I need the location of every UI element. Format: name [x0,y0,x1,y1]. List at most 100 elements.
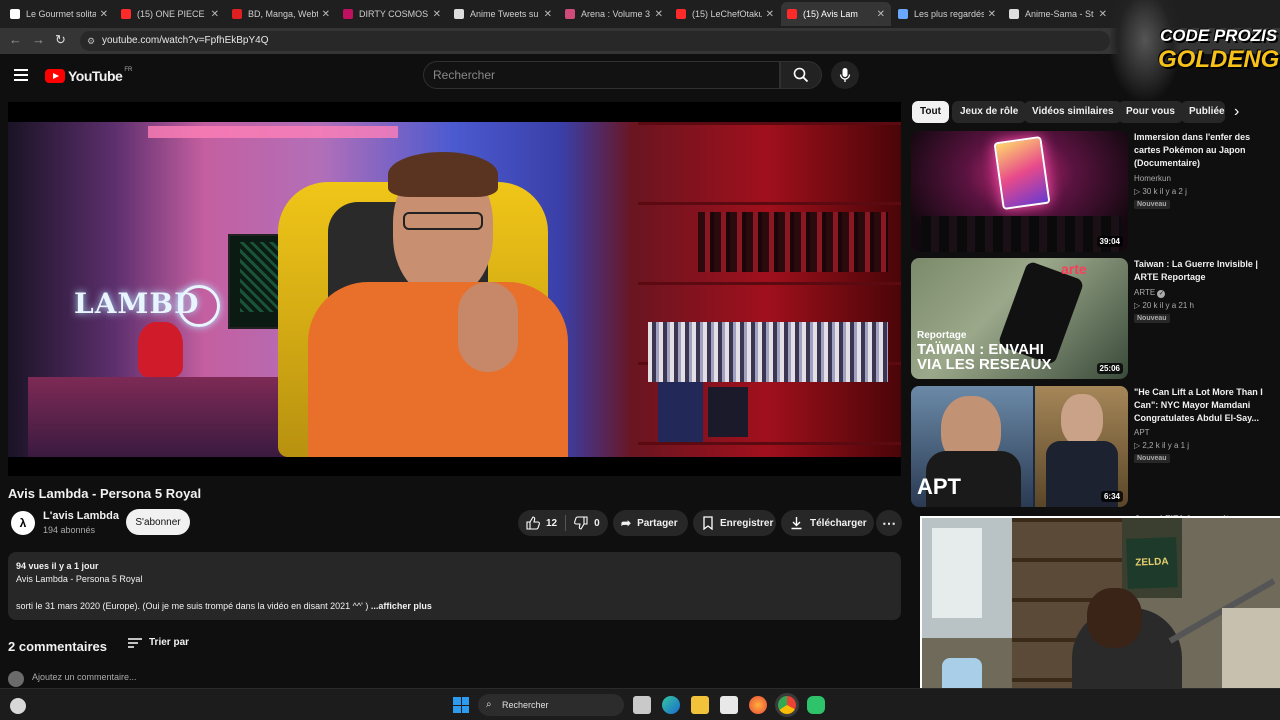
thumb-kicker: Reportage [917,330,967,341]
more-horizontal-icon: ⋯ [882,514,896,531]
chip-rpg[interactable]: Jeux de rôle [952,101,1027,123]
recommended-video[interactable]: APT 6:34 "He Can Lift a Lot More Than I … [911,386,1271,508]
tab-favicon-icon [232,9,242,19]
browser-tab[interactable]: DIRTY COSMOS : ✕ [337,2,447,26]
voice-search-button[interactable] [831,61,859,89]
tab-favicon-icon [343,9,353,19]
video-frame: LAMBD [8,122,901,457]
download-button[interactable]: Télécharger [781,510,874,536]
tab-close-icon[interactable]: ✕ [544,9,552,20]
recommended-title[interactable]: "He Can Lift a Lot More Than I Can": NYC… [1134,386,1266,425]
more-actions-button[interactable]: ⋯ [876,510,902,536]
video-duration: 25:06 [1096,363,1123,374]
chevron-right-icon[interactable]: › [1234,103,1239,121]
tab-close-icon[interactable]: ✕ [988,9,996,20]
tab-favicon-icon [676,9,686,19]
chip-all[interactable]: Tout [912,101,949,123]
tab-close-icon[interactable]: ✕ [100,9,108,20]
channel-avatar[interactable]: λ [11,511,35,535]
tab-close-icon[interactable]: ✕ [322,9,330,20]
browser-tab[interactable]: (15) LeChefOtaku ✕ [670,2,780,26]
show-more-link[interactable]: ...afficher plus [371,601,432,611]
share-button[interactable]: ➦ Partager [613,510,688,536]
sort-label: Trier par [149,637,190,648]
tab-close-icon[interactable]: ✕ [211,9,219,20]
recommended-meta: ▷ 30 k il y a 2 j [1134,187,1187,196]
reload-icon[interactable]: ↻ [55,32,66,48]
recommended-channel[interactable]: ARTE ✓ [1134,288,1166,298]
tab-label: BD, Manga, Webt [248,9,318,19]
video-thumbnail[interactable]: 39:04 [911,131,1128,252]
youtube-header: YouTube FR Rechercher [0,54,1280,98]
subscribe-button[interactable]: S'abonner [126,509,190,535]
add-comment-input[interactable]: Ajoutez un commentaire... [32,672,137,682]
thumbs-up-icon [526,516,540,530]
browser-tab[interactable]: (15) Avis Lam ✕ [781,2,891,26]
channel-name[interactable]: L'avis Lambda [43,510,119,522]
tab-close-icon[interactable]: ✕ [766,9,774,20]
chip-for-you[interactable]: Pour vous [1118,101,1183,123]
chrome-icon[interactable] [778,696,796,714]
browser-tab-bar: Le Gourmet solita ✕ (15) ONE PIECE : l ✕ BD,… [0,0,1280,28]
browser-tab[interactable]: (15) ONE PIECE : l ✕ [115,2,225,26]
store-icon[interactable] [720,696,738,714]
recommended-video[interactable]: arte Reportage TAÏWAN : ENVAHI VIA LES RE… [911,258,1271,380]
chip-published[interactable]: Publiée [1181,101,1225,123]
thumbs-down-icon [574,516,588,530]
recommended-video[interactable]: 39:04 Immersion dans l'enfer des cartes … [911,131,1271,253]
video-player[interactable]: LAMBD [8,102,901,476]
download-label: Télécharger [810,517,867,529]
start-icon[interactable] [453,697,469,713]
video-thumbnail[interactable]: APT 6:34 [911,386,1128,507]
back-icon[interactable]: ← [9,32,22,47]
like-button[interactable]: 12 [526,516,557,530]
tab-close-icon[interactable]: ✕ [1099,9,1107,20]
url-field[interactable]: ⚙ youtube.com/watch?v=FpfhEkBpY4Q [80,31,1110,51]
menu-icon[interactable] [14,69,28,81]
chip-similar[interactable]: Vidéos similaires [1024,101,1122,123]
taskbar-search-label: Rechercher [502,700,549,710]
browser-tab[interactable]: Arena : Volume 3 ✕ [559,2,669,26]
tab-label: (15) ONE PIECE : l [137,9,207,19]
overlay-text-line1: CODE PROZIS [1160,26,1278,45]
dislike-button[interactable]: 0 [574,516,600,530]
tab-close-icon[interactable]: ✕ [433,9,441,20]
browser-tab[interactable]: Les plus regardés ✕ [892,2,1002,26]
weather-icon[interactable] [10,698,26,714]
browser-tab[interactable]: Anime-Sama - St ✕ [1003,2,1113,26]
tab-close-icon[interactable]: ✕ [877,9,885,20]
save-button[interactable]: Enregistrer [693,510,776,536]
streaming-app-icon[interactable] [807,696,825,714]
recommended-title[interactable]: Immersion dans l'enfer des cartes Pokémo… [1134,131,1266,170]
recommended-channel[interactable]: Homerkun [1134,174,1171,183]
overlay-text-line2: GOLDENG [1158,46,1280,73]
dislike-count: 0 [594,517,600,529]
edge-icon[interactable] [662,696,680,714]
tab-label: Le Gourmet solita [26,9,96,19]
comments-count-title: 2 commentaires [8,639,107,654]
browser-tab[interactable]: BD, Manga, Webt ✕ [226,2,336,26]
site-info-icon[interactable]: ⚙ [87,31,95,51]
video-thumbnail[interactable]: arte Reportage TAÏWAN : ENVAHI VIA LES RE… [911,258,1128,379]
microphone-icon [839,68,851,82]
thumb-caption: TAÏWAN : ENVAHI VIA LES RESEAUX [917,341,1052,373]
search-input[interactable]: Rechercher [423,61,780,89]
description-line-1: Avis Lambda - Persona 5 Royal [16,574,143,584]
description-line-2: sorti le 31 mars 2020 (Europe). (Oui je … [16,601,369,611]
browser-tab[interactable]: Le Gourmet solita ✕ [4,2,114,26]
forward-icon[interactable]: → [32,32,45,47]
firefox-icon[interactable] [749,696,767,714]
recommended-channel[interactable]: APT [1134,428,1150,437]
sort-comments-button[interactable]: Trier par [128,637,189,648]
download-icon [791,517,802,530]
tab-close-icon[interactable]: ✕ [655,9,663,20]
youtube-logo[interactable]: YouTube FR [45,67,132,84]
taskbar-search[interactable]: ⌕ Rechercher [478,694,624,716]
file-explorer-icon[interactable] [691,696,709,714]
search-button[interactable] [780,61,822,89]
recommended-title[interactable]: Taiwan : La Guerre Invisible | ARTE Repo… [1134,258,1266,284]
recommended-meta: ▷ 2,2 k il y a 1 j [1134,441,1190,450]
browser-tab[interactable]: Anime Tweets su ✕ [448,2,558,26]
description-box[interactable]: 94 vues il y a 1 jour Avis Lambda - Pers… [8,552,901,620]
task-view-icon[interactable] [633,696,651,714]
